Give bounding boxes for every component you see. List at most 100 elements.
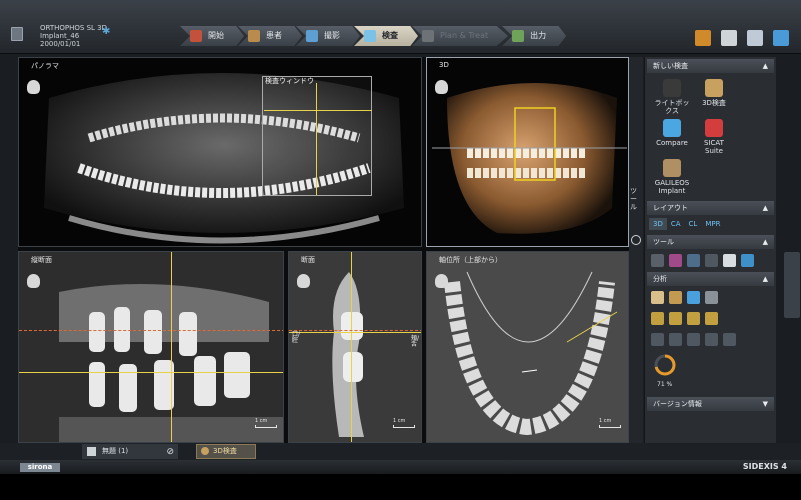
device-name: ORTHOPHOS SL 3D (40, 24, 107, 32)
crosshair-horizontal[interactable] (264, 110, 372, 111)
angle-tool-icon[interactable] (651, 312, 664, 325)
3d-exam-button[interactable]: 3D検査 (695, 79, 733, 115)
book-icon[interactable] (695, 30, 711, 46)
settings-icon[interactable] (721, 30, 737, 46)
note-tool-icon[interactable] (705, 291, 718, 304)
orientation-head-icon[interactable] (297, 274, 310, 288)
side-label-left: 口/腔 (292, 331, 301, 344)
lightbox-button[interactable]: ライトボックス (653, 79, 691, 115)
polyline-tool-icon[interactable] (687, 312, 700, 325)
chevron-down-icon: ▼ (762, 400, 768, 408)
tab-capture[interactable]: 撮影 (296, 26, 360, 46)
footer-bar (0, 460, 801, 474)
area-tool-icon[interactable] (669, 333, 682, 346)
far-right-tab[interactable] (784, 252, 800, 318)
crosshair-vertical[interactable] (171, 252, 172, 442)
compare-button[interactable]: Compare (653, 119, 691, 155)
progress-ring (654, 354, 676, 376)
axial-pane[interactable]: 軸位所（上部から） 1 cm (426, 251, 629, 443)
document-status[interactable]: 無題 (1) ⊘ (82, 444, 178, 459)
export-icon[interactable] (741, 254, 754, 267)
longitudinal-pane[interactable]: 縦断面 1 cm (18, 251, 284, 443)
analysis-progress: 71 % (645, 349, 776, 393)
bottom-bar: 無題 (1) ⊘ 3D検査 (0, 443, 801, 460)
crosshair-vertical[interactable] (351, 252, 352, 442)
exit-icon[interactable] (773, 30, 789, 46)
open-exam-tab[interactable]: 3D検査 (196, 444, 256, 459)
tab-examine[interactable]: 検査 (354, 26, 418, 46)
display-icon[interactable] (747, 30, 763, 46)
product-name: SIDEXIS 4 (742, 462, 787, 471)
tab-plan-treat[interactable]: Plan & Treat (412, 26, 509, 46)
section-tools[interactable]: ツール ▲ (647, 235, 774, 249)
orientation-head-icon[interactable] (435, 274, 448, 288)
color-map-icon[interactable] (669, 254, 682, 267)
filter-icon[interactable] (651, 254, 664, 267)
patient-icon (248, 30, 260, 42)
compare-icon (663, 119, 681, 137)
save-icon[interactable] (87, 447, 96, 456)
orientation-head-icon[interactable] (435, 80, 448, 94)
axial-image (427, 252, 628, 442)
delete-tool-icon[interactable] (723, 333, 736, 346)
network-icon[interactable]: ✱ (102, 27, 110, 37)
tool-side-strip[interactable]: ツール (629, 57, 643, 443)
measure-tool-icon[interactable] (705, 254, 718, 267)
section-version[interactable]: バージョン情報 ▼ (647, 397, 774, 411)
tool-strip-label: ツール (630, 187, 637, 211)
analysis-row-1 (645, 286, 776, 307)
reference-line[interactable] (19, 330, 283, 331)
orientation-head-icon[interactable] (27, 80, 40, 94)
print-icon[interactable] (723, 254, 736, 267)
layout-ca-button[interactable]: CA (667, 218, 685, 230)
3d-pane[interactable]: 3D (426, 57, 629, 247)
text-tool-icon[interactable] (687, 333, 700, 346)
3d-volume-image (432, 83, 627, 234)
cross-section-pane[interactable]: 断面 口/腔 頬/舌 1 cm (288, 251, 422, 443)
crosshair-horizontal[interactable] (289, 332, 421, 333)
reference-line[interactable] (289, 330, 421, 331)
tab-output[interactable]: 出力 (502, 26, 567, 46)
close-icon[interactable]: ⊘ (166, 445, 174, 460)
galileos-implant-button[interactable]: GALILEOS Implant (653, 159, 691, 195)
orientation-head-icon[interactable] (27, 274, 40, 288)
sicat-suite-button[interactable]: SICAT Suite (695, 119, 733, 155)
workflow-tabs: 開始 患者 撮影 検査 Plan & Treat 出力 (180, 26, 567, 48)
panorama-pane[interactable]: パノラマ 検査ウィンドウ (18, 57, 422, 247)
axial-label: 軸位所（上部から） (439, 256, 502, 264)
ruler-tool-icon[interactable] (705, 312, 718, 325)
tab-start[interactable]: 開始 (180, 26, 244, 46)
side-label-right: 頬/舌 (411, 335, 420, 348)
exam-window[interactable] (262, 76, 372, 196)
tab-patient[interactable]: 患者 (238, 26, 302, 46)
top-bar: ORTHOPHOS SL 3D Implant_46 2000/01/01 ✱ … (0, 0, 801, 54)
bottom-margin (0, 474, 801, 500)
head-tool-icon[interactable] (651, 291, 664, 304)
progress-percent: 71 % (657, 381, 673, 388)
crosshair-vertical[interactable] (316, 83, 317, 195)
crosshair-horizontal[interactable] (19, 372, 283, 373)
image-viewer: パノラマ 検査ウィンドウ 3D 縦断面 1 cm 断面 口/腔 頬/舌 1 cm… (18, 57, 629, 443)
plan-icon (422, 30, 434, 42)
curve-icon[interactable] (687, 254, 700, 267)
section-analysis[interactable]: 分析 ▲ (647, 272, 774, 286)
layout-mpr-button[interactable]: MPR (701, 218, 724, 230)
arrow-tool-icon[interactable] (705, 333, 718, 346)
layout-3d-button[interactable]: 3D (649, 218, 667, 230)
longitudinal-label: 縦断面 (31, 256, 52, 264)
section-new-exam[interactable]: 新しい検査 ▲ (647, 59, 774, 73)
chevron-up-icon: ▲ (762, 238, 768, 246)
layout-buttons: 3D CA CL MPR (645, 215, 776, 233)
cross-section-label: 断面 (301, 256, 315, 264)
galileos-icon (663, 159, 681, 177)
capture-icon (306, 30, 318, 42)
section-layout[interactable]: レイアウト ▲ (647, 201, 774, 215)
line-tool-icon[interactable] (669, 312, 682, 325)
layout-cl-button[interactable]: CL (685, 218, 702, 230)
pen-tool-icon[interactable] (687, 291, 700, 304)
patient-date: 2000/01/01 (40, 40, 81, 48)
density-tool-icon[interactable] (651, 333, 664, 346)
3d-exam-small-icon (201, 447, 209, 455)
collapse-icon[interactable] (631, 235, 641, 245)
nerve-tool-icon[interactable] (669, 291, 682, 304)
